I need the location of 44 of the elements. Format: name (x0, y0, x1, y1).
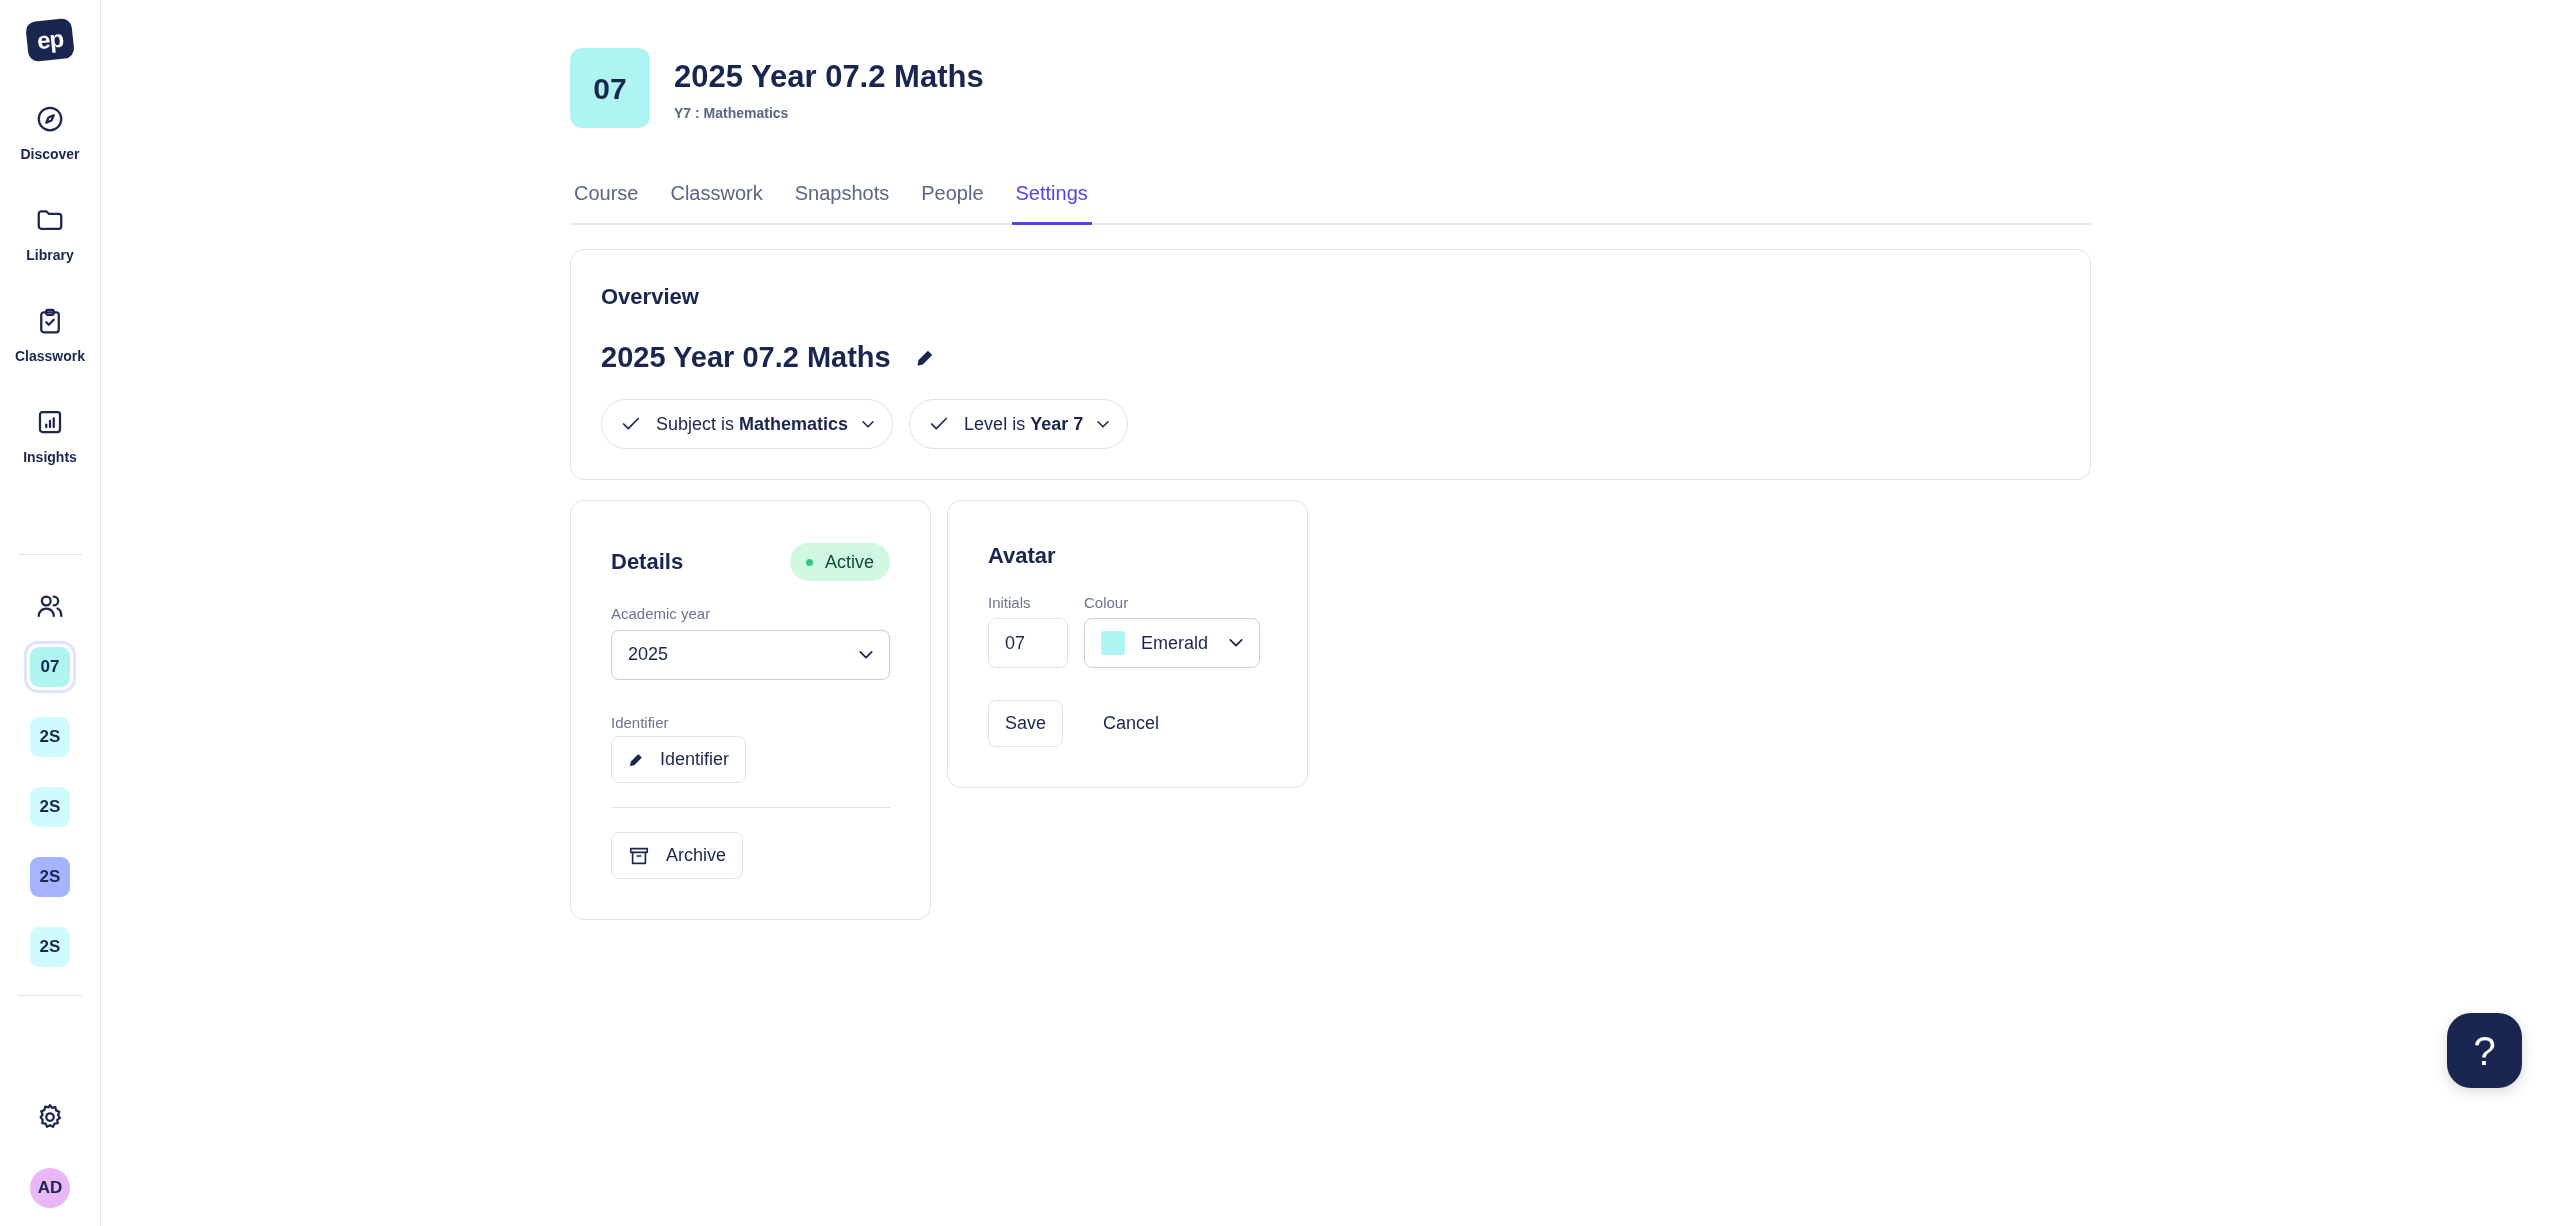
field-label: Academic year (611, 604, 712, 625)
sidebar-nav-item[interactable]: Classwork (14, 306, 85, 367)
section-heading: Overview (601, 284, 700, 311)
tab[interactable]: Course (570, 170, 643, 225)
tab[interactable]: Snapshots (790, 170, 894, 225)
tab[interactable]: Classwork (666, 170, 767, 225)
caret-icon (1229, 639, 1243, 648)
status-dot (805, 558, 813, 566)
class-name: 2025 Year 07.2 Maths (601, 340, 891, 376)
section-heading: Details (611, 549, 684, 576)
filter-dropdown[interactable]: Level is Year 7 (909, 399, 1129, 450)
year-dropdown[interactable]: 2025 (611, 629, 890, 680)
field-label: Initials (988, 592, 1032, 613)
section-heading: Avatar (988, 543, 1057, 570)
filter-dropdown[interactable]: Subject is Mathematics (601, 399, 894, 450)
help-button[interactable]: ? (2447, 1013, 2522, 1088)
identifier-button[interactable]: Identifier (611, 736, 747, 784)
initials-field[interactable]: 07 (988, 618, 1068, 669)
caret-icon (859, 650, 873, 659)
class-subtitle: Y7 : Mathematics (674, 104, 790, 124)
class-avatar[interactable]: 2S (30, 787, 70, 827)
class-avatar[interactable]: 2S (30, 857, 70, 897)
class-avatar[interactable]: 2S (30, 717, 70, 757)
archive-button[interactable]: Archive (611, 832, 744, 880)
caret-icon (862, 420, 875, 428)
tab[interactable]: Settings (1011, 170, 1092, 225)
class-title: 2025 Year 07.2 Maths (674, 58, 984, 96)
user-avatar[interactable]: AD (30, 1168, 70, 1208)
compass-icon (35, 104, 65, 134)
caret-icon (1097, 420, 1110, 428)
class-avatar: 07 (570, 48, 650, 128)
sidebar-nav-item[interactable]: Discover (20, 104, 80, 165)
tab[interactable]: People (917, 170, 988, 225)
status-text: Active (824, 550, 874, 574)
save-button[interactable]: Save (988, 700, 1064, 748)
class-avatar[interactable]: 07 (30, 647, 70, 687)
sidebar-nav-item[interactable]: Insights (23, 407, 77, 468)
field-label: Colour (1084, 592, 1130, 613)
app-logo[interactable]: ep (25, 17, 75, 63)
pencil-icon (628, 751, 644, 768)
field-label: Identifier (611, 712, 670, 733)
sidebar-nav-item[interactable]: Library (26, 205, 74, 266)
class-avatar[interactable]: 2S (30, 927, 70, 967)
colour-dropdown[interactable]: Emerald (1084, 618, 1260, 669)
